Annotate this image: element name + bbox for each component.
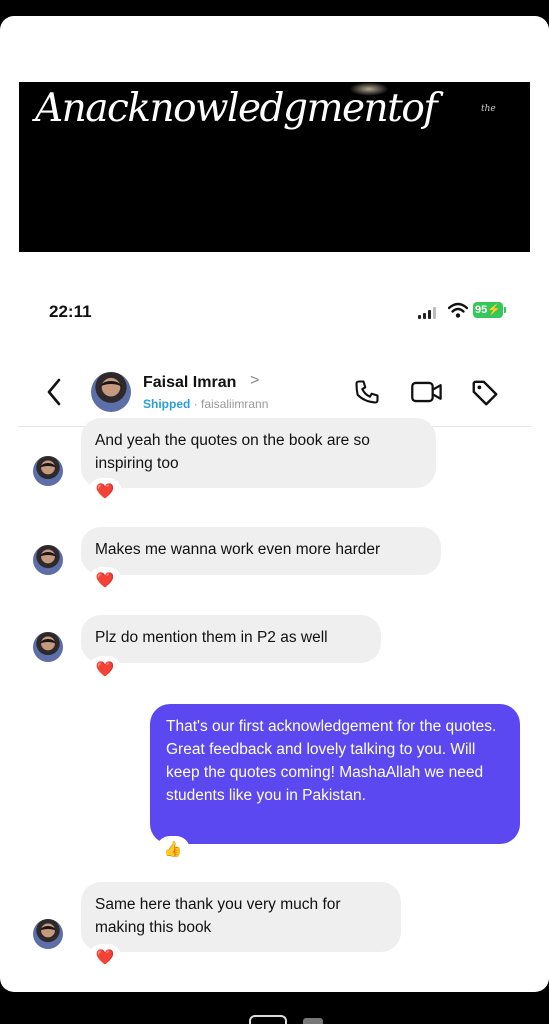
message-bubble[interactable]: Same here thank you very much for making… [81,882,401,952]
battery-level: 95 [475,304,488,316]
sender-avatar [33,919,63,949]
contact-chevron-icon: > [250,372,260,389]
back-chevron-icon[interactable] [46,378,62,406]
message-bubble[interactable]: Plz do mention them in P2 as well [81,615,381,663]
book-banner: Anacknowledgmentof the [19,82,530,252]
story-progress-segment [303,1018,323,1024]
thumbs-up-reaction[interactable]: 👍 [158,838,188,862]
video-icon[interactable] [410,378,444,406]
banner-title: Anacknowledgmentof [35,86,438,131]
battery-indicator: 95⚡ [473,302,503,318]
contact-avatar[interactable] [91,372,131,412]
banner-small-text: the [481,104,496,114]
battery-cap [504,307,506,313]
status-time: 22:11 [49,302,92,321]
signal-icon [418,307,436,319]
subtitle-separator: · [193,397,198,411]
wifi-icon [448,302,468,318]
contact-username: faisaliimrann [201,397,269,411]
heart-reaction[interactable]: ❤️ [90,658,120,682]
my-message-bubble[interactable]: That's our first acknowledgement for the… [150,704,520,844]
contact-subtitle: Shipped · faisaliimrann [143,397,268,411]
story-card: Anacknowledgmentof the 22:11 95⚡ Faisal … [0,16,549,992]
message-bubble[interactable]: And yeah the quotes on the book are so i… [81,418,436,488]
heart-reaction[interactable]: ❤️ [90,480,120,504]
chat-header: Faisal Imran > Shipped · faisaliimrann [18,360,531,427]
shipped-status: Shipped [143,397,191,411]
sender-avatar [33,632,63,662]
tag-icon[interactable] [470,378,500,408]
contact-name[interactable]: Faisal Imran [143,374,236,392]
message-bubble[interactable]: Makes me wanna work even more harder [81,527,441,575]
sender-avatar [33,456,63,486]
phone-icon[interactable] [353,378,381,406]
sender-avatar [33,545,63,575]
heart-reaction[interactable]: ❤️ [90,946,120,970]
story-progress-segment [249,1015,287,1024]
heart-reaction[interactable]: ❤️ [90,569,120,593]
